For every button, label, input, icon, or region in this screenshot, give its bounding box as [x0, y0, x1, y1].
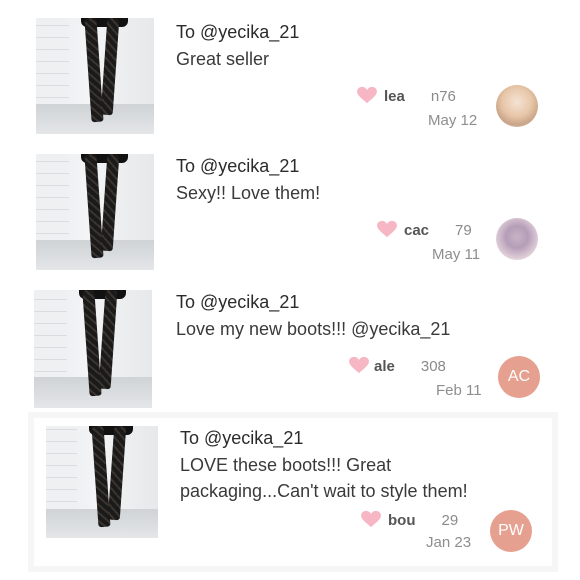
review-recipient: To @yecika_21	[180, 428, 304, 448]
review-card: To @yecika_21 Great seller lea n76 May 12	[28, 12, 550, 144]
review-date: Jan 23	[426, 534, 472, 551]
reviewer-username[interactable]: lea n76	[384, 88, 456, 105]
username-end: 29	[441, 512, 459, 529]
username-start: ale	[374, 358, 395, 375]
review-recipient: To @yecika_21	[176, 156, 300, 176]
username-end: 308	[420, 358, 446, 375]
heart-icon[interactable]	[376, 220, 398, 238]
heart-icon[interactable]	[348, 356, 370, 374]
heart-icon[interactable]	[356, 86, 378, 104]
username-end: 79	[455, 222, 472, 239]
reviewer-username[interactable]: ale 308	[374, 358, 446, 375]
review-date: Feb 11	[436, 382, 482, 399]
username-end: n76	[430, 88, 456, 105]
username-start: bou	[388, 512, 416, 529]
boots-photo[interactable]	[34, 290, 152, 408]
photo-boot-right	[101, 154, 120, 252]
boots-photo[interactable]	[36, 154, 154, 270]
reviewer-avatar[interactable]: AC	[498, 356, 540, 398]
reviewer-username[interactable]: bou 29	[388, 512, 458, 529]
review-message-line2: packaging...Can't wait to style them!	[180, 481, 468, 501]
review-message-line1: LOVE these boots!!! Great	[180, 455, 392, 475]
review-card: To @yecika_21 Sexy!! Love them! cac 79 Ma…	[28, 148, 550, 278]
review-card: To @yecika_21 LOVE these boots!!! Great …	[28, 412, 558, 572]
reviewer-username[interactable]: cac 79	[404, 222, 472, 239]
reviewer-avatar[interactable]	[496, 85, 538, 127]
review-date: May 12	[428, 112, 478, 129]
heart-icon[interactable]	[360, 510, 382, 528]
username-start: lea	[384, 88, 405, 105]
review-recipient: To @yecika_21	[176, 22, 300, 42]
photo-boot-right	[98, 290, 118, 390]
review-message: Love my new boots!!! @yecika_21	[176, 319, 451, 339]
username-start: cac	[404, 222, 430, 239]
review-card: To @yecika_21 Love my new boots!!! @yeci…	[28, 284, 550, 416]
review-message: Sexy!! Love them!	[176, 183, 321, 203]
review-recipient: To @yecika_21	[176, 292, 300, 312]
photo-boot-right	[107, 426, 127, 521]
review-date: May 11	[432, 246, 481, 263]
review-message: Great seller	[176, 49, 270, 69]
reviewer-avatar[interactable]	[496, 218, 538, 260]
boots-photo[interactable]	[46, 426, 158, 538]
photo-boot-right	[101, 18, 120, 116]
boots-photo[interactable]	[36, 18, 154, 134]
reviewer-avatar[interactable]: PW	[490, 510, 532, 552]
